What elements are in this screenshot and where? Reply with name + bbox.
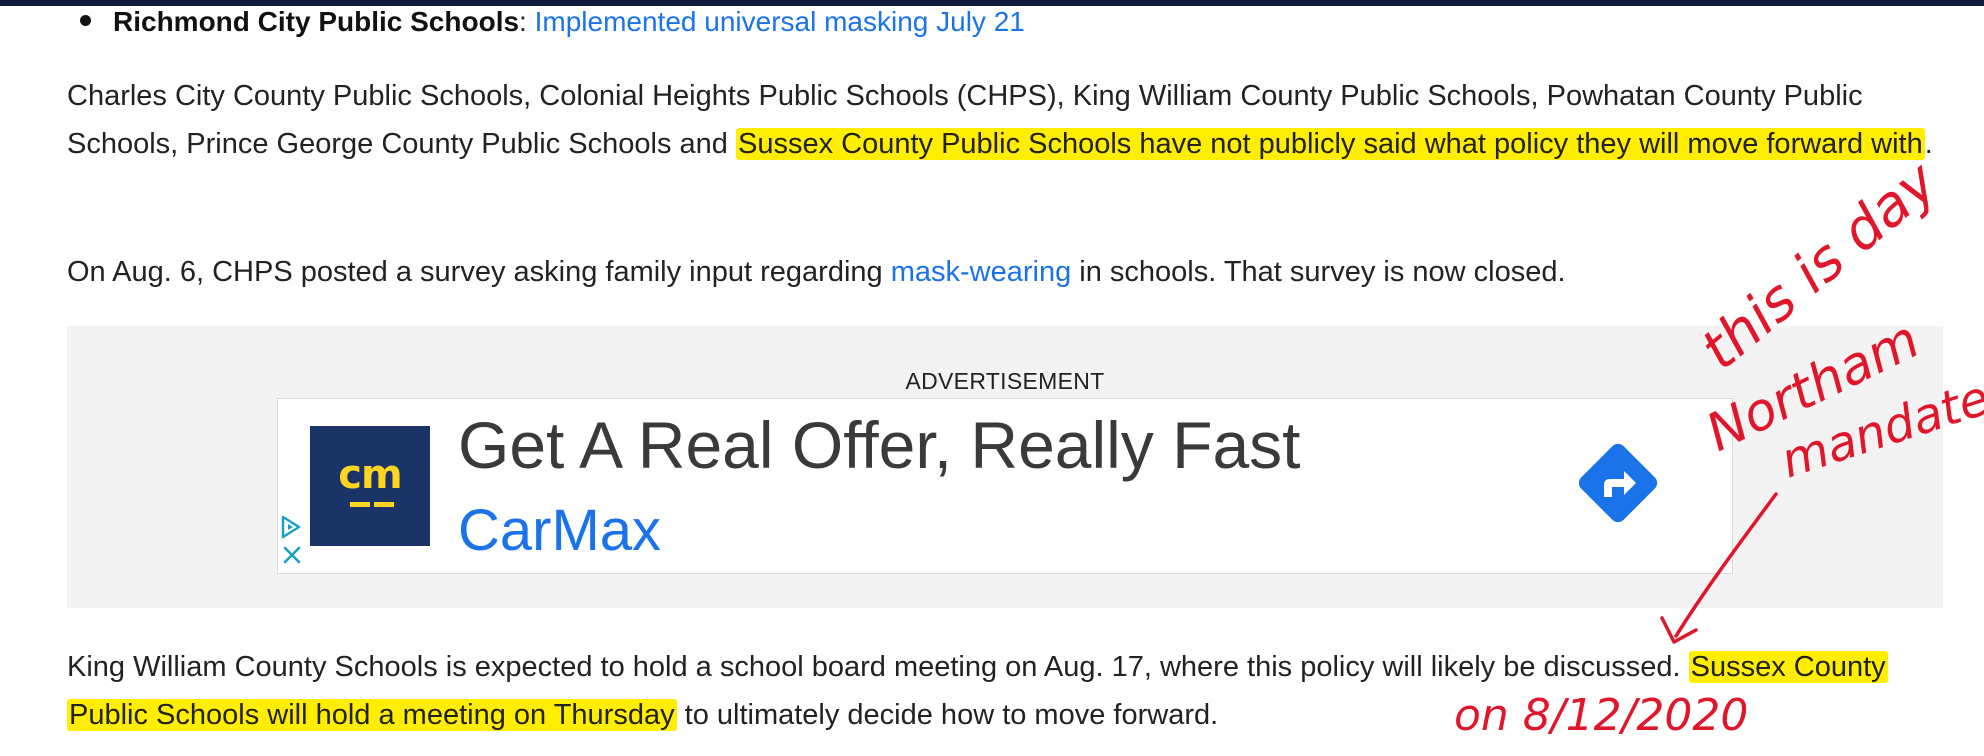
bullet-dot <box>80 15 91 27</box>
annotation-arrowhead <box>1660 616 1698 644</box>
adchoices-icon[interactable] <box>280 515 302 539</box>
paragraph-undecided-districts: Charles City County Public Schools, Colo… <box>67 72 1947 168</box>
paragraph-survey: On Aug. 6, CHPS posted a survey asking f… <box>67 248 1947 296</box>
paragraph2-end: in schools. That survey is now closed. <box>1071 256 1566 288</box>
logo-dash <box>374 502 394 507</box>
district-name: Richmond City Public Schools <box>113 6 520 37</box>
paragraph3-end: to ultimately decide how to move forward… <box>676 699 1219 731</box>
highlighted-sussex-text: Sussex County Public Schools have not pu… <box>735 128 1925 160</box>
ad-headline[interactable]: Get A Real Offer, Really Fast <box>458 407 1301 483</box>
close-icon[interactable] <box>282 545 302 565</box>
paragraph-king-william: King William County Schools is expected … <box>67 643 1947 739</box>
directions-arrow-icon[interactable] <box>1570 435 1666 531</box>
advertisement-label: ADVERTISEMENT <box>905 368 1105 394</box>
paragraph1-end: . <box>1924 128 1933 160</box>
carmax-logo-text: cm <box>338 452 402 498</box>
ad-brand-name[interactable]: CarMax <box>458 497 661 564</box>
logo-dash <box>350 502 370 507</box>
masking-link[interactable]: Implemented universal masking July 21 <box>535 6 1025 37</box>
bullet-colon: : <box>519 6 527 37</box>
carmax-logo: cm <box>310 426 430 546</box>
bullet-item-richmond: Richmond City Public Schools: Implemente… <box>80 4 1025 40</box>
paragraph2-text: On Aug. 6, CHPS posted a survey asking f… <box>67 256 891 288</box>
mask-wearing-link[interactable]: mask-wearing <box>891 256 1072 288</box>
paragraph3-text: King William County Schools is expected … <box>67 651 1689 683</box>
advertisement-container: ADVERTISEMENT cm Get A Real Offer, Reall… <box>67 326 1943 608</box>
carmax-ad-banner[interactable]: cm Get A Real Offer, Really Fast CarMax <box>277 398 1733 574</box>
